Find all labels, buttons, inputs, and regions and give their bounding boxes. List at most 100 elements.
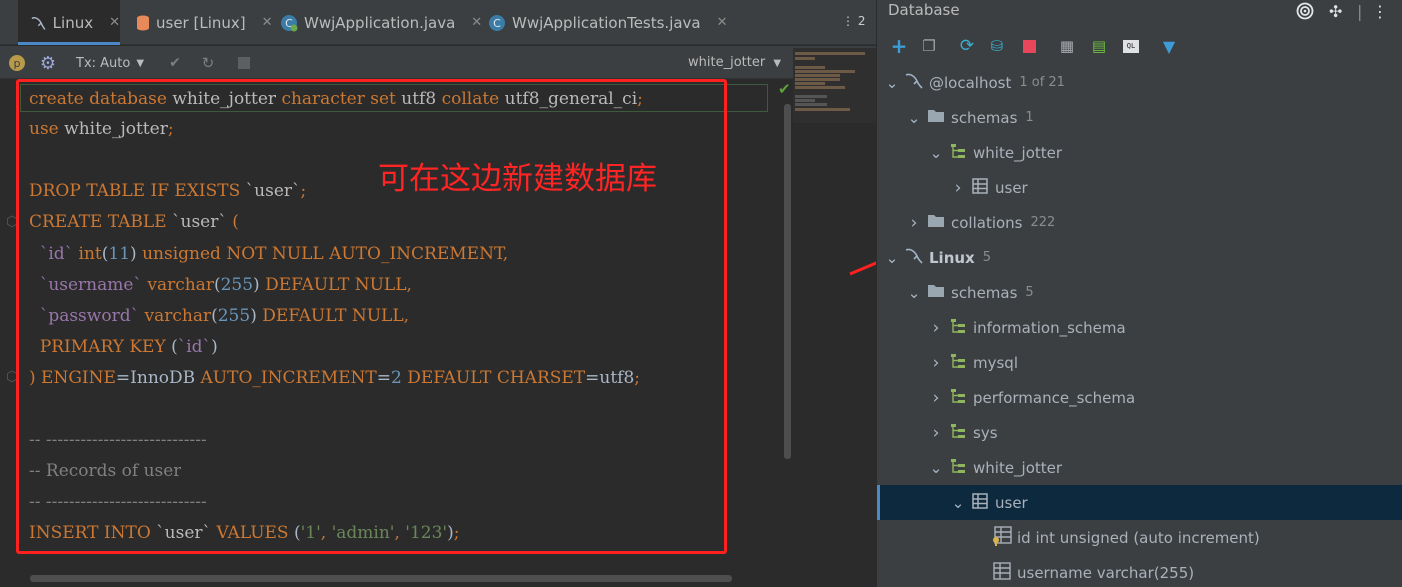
spring-class-icon: C [281, 14, 298, 31]
code-token: , [394, 523, 406, 544]
code-token: unsigned NOT NULL AUTO_INCREMENT, [142, 243, 509, 264]
tree-node-label: white_jotter [973, 458, 1063, 477]
vertical-scrollbar[interactable] [784, 104, 791, 459]
filter-icon[interactable]: ▼ [1159, 36, 1179, 56]
mysql-dolphin-icon [903, 71, 925, 95]
chevron-right-icon[interactable]: › [951, 178, 965, 198]
tree-node[interactable]: › user [877, 170, 1402, 205]
tree-node-label: mysql [973, 353, 1018, 372]
close-icon[interactable]: ✕ [717, 15, 728, 30]
chevron-down-icon[interactable]: ⌄ [885, 250, 899, 265]
code-token: DEFAULT NULL, [262, 305, 410, 326]
schema-icon [947, 423, 969, 443]
edit-source-icon[interactable]: ▤ [1089, 36, 1109, 56]
rollback-icon[interactable]: ↻ [199, 53, 217, 73]
code-minimap[interactable] [793, 48, 876, 123]
settings-gear-icon[interactable]: ⚙ [38, 53, 58, 74]
code-token: -- Records of user [29, 461, 182, 482]
close-icon[interactable]: ✕ [471, 15, 482, 30]
code-token: ) [250, 305, 263, 326]
target-icon[interactable] [1296, 2, 1314, 20]
chevron-down-icon[interactable]: ⌄ [951, 495, 965, 510]
schema-sync-icon[interactable]: ⛁ [987, 36, 1007, 56]
chevron-right-icon[interactable]: › [929, 388, 943, 408]
tree-node[interactable]: username varchar(255) [877, 555, 1402, 587]
tree-node[interactable]: › information_schema [877, 310, 1402, 345]
tree-node-count: 1 of 21 [1019, 75, 1065, 90]
tab-overflow-icon: ⋮ [842, 14, 854, 28]
sql-console-icon[interactable]: QL [1121, 36, 1141, 56]
profile-button[interactable]: p [8, 53, 26, 73]
close-icon[interactable]: ✕ [109, 15, 120, 30]
tree-node-label: user [995, 178, 1028, 197]
chevron-down-icon[interactable]: ⌄ [907, 285, 921, 300]
code-token: create database [29, 89, 173, 109]
fold-marker-icon[interactable]: ⬡ [6, 214, 24, 232]
stop-icon[interactable] [236, 53, 252, 73]
fold-marker-icon[interactable]: ⬡ [6, 369, 24, 387]
chevron-right-icon[interactable]: › [907, 213, 921, 233]
tab-linux-console[interactable]: Linux ✕ [18, 0, 120, 45]
tree-node[interactable]: ⌄ @localhost 1 of 21 [877, 65, 1402, 100]
horizontal-scrollbar[interactable] [30, 575, 732, 582]
copy-icon[interactable]: ❐ [919, 36, 939, 56]
tab-wwj-application-tests[interactable]: C WwjApplicationTests.java ✕ [484, 0, 728, 45]
code-token: ; [453, 523, 460, 544]
tree-node[interactable]: › performance_schema [877, 380, 1402, 415]
chevron-down-icon[interactable]: ⌄ [907, 110, 921, 125]
tab-wwj-application[interactable]: C WwjApplication.java ✕ [276, 0, 482, 45]
dropdown-arrow-icon: ▼ [136, 57, 145, 69]
tree-node[interactable]: ⌄ schemas 1 [877, 100, 1402, 135]
code-token: varchar [147, 274, 214, 295]
code-line: DROP TABLE IF EXISTS `user`; [29, 177, 306, 205]
code-line: create database white_jotter character s… [20, 84, 768, 112]
schema-selector[interactable]: white_jotter ▼ [688, 55, 781, 70]
chevron-down-icon[interactable]: ⌄ [929, 460, 943, 475]
chevron-down-icon[interactable]: ⌄ [929, 145, 943, 160]
tree-node[interactable]: › mysql [877, 345, 1402, 380]
tree-node[interactable]: › sys [877, 415, 1402, 450]
commit-check-icon[interactable]: ✔ [166, 53, 184, 73]
more-options-icon[interactable]: ⋮ [1372, 2, 1388, 21]
tab-overflow-button[interactable]: ⋮ 2 [842, 14, 865, 28]
tab-user-table[interactable]: user [Linux] ✕ [130, 0, 273, 45]
code-token: , [320, 523, 332, 544]
tree-node[interactable]: ⌄ user [877, 485, 1402, 520]
table-view-icon[interactable]: ▦ [1057, 36, 1077, 56]
schema-icon [947, 353, 969, 373]
tree-node[interactable]: ⌄ schemas 5 [877, 275, 1402, 310]
refresh-icon[interactable]: ⟳ [957, 36, 977, 56]
tx-mode-dropdown[interactable]: Tx: Auto ▼ [76, 53, 144, 73]
chevron-right-icon[interactable]: › [929, 318, 943, 338]
code-token: ( [171, 336, 178, 357]
collapse-all-icon[interactable]: ✣ [1329, 2, 1342, 21]
database-tool-window: Database ✣ | ⋮ + ❐ ⟳ ⛁ ▦ ▤ QL ▼ ⌄ @localh… [876, 0, 1402, 587]
tree-node[interactable]: › collations 222 [877, 205, 1402, 240]
tree-node-label: id int unsigned (auto increment) [1017, 528, 1260, 547]
tree-node-label: @localhost [929, 73, 1012, 92]
stop-connection-icon[interactable] [1019, 36, 1039, 56]
tree-node[interactable]: ⌄ white_jotter [877, 450, 1402, 485]
code-token: ( [293, 523, 301, 544]
schema-label: white_jotter [688, 55, 766, 70]
key-column-icon [991, 525, 1013, 550]
tree-node[interactable]: ⌄ white_jotter [877, 135, 1402, 170]
code-line: CREATE TABLE `user` ( [29, 208, 239, 236]
tab-label: WwjApplicationTests.java [512, 13, 701, 32]
code-token: varchar [144, 305, 212, 326]
tree-node[interactable]: id int unsigned (auto increment) [877, 520, 1402, 555]
code-token: utf8_general_ci [504, 89, 638, 109]
chevron-right-icon[interactable]: › [929, 423, 943, 443]
chevron-right-icon[interactable]: › [929, 353, 943, 373]
code-token: DEFAULT NULL, [265, 274, 412, 295]
add-datasource-icon[interactable]: + [889, 34, 909, 58]
code-token: ( [211, 305, 218, 326]
close-icon[interactable]: ✕ [262, 15, 273, 30]
chevron-down-icon[interactable]: ⌄ [885, 75, 899, 90]
code-token: `user` [156, 523, 217, 544]
code-token: =utf8 [585, 367, 635, 388]
code-token: `password` [39, 305, 145, 326]
tree-node[interactable]: ⌄ Linux 5 [877, 240, 1402, 275]
code-token: ) [253, 274, 266, 295]
